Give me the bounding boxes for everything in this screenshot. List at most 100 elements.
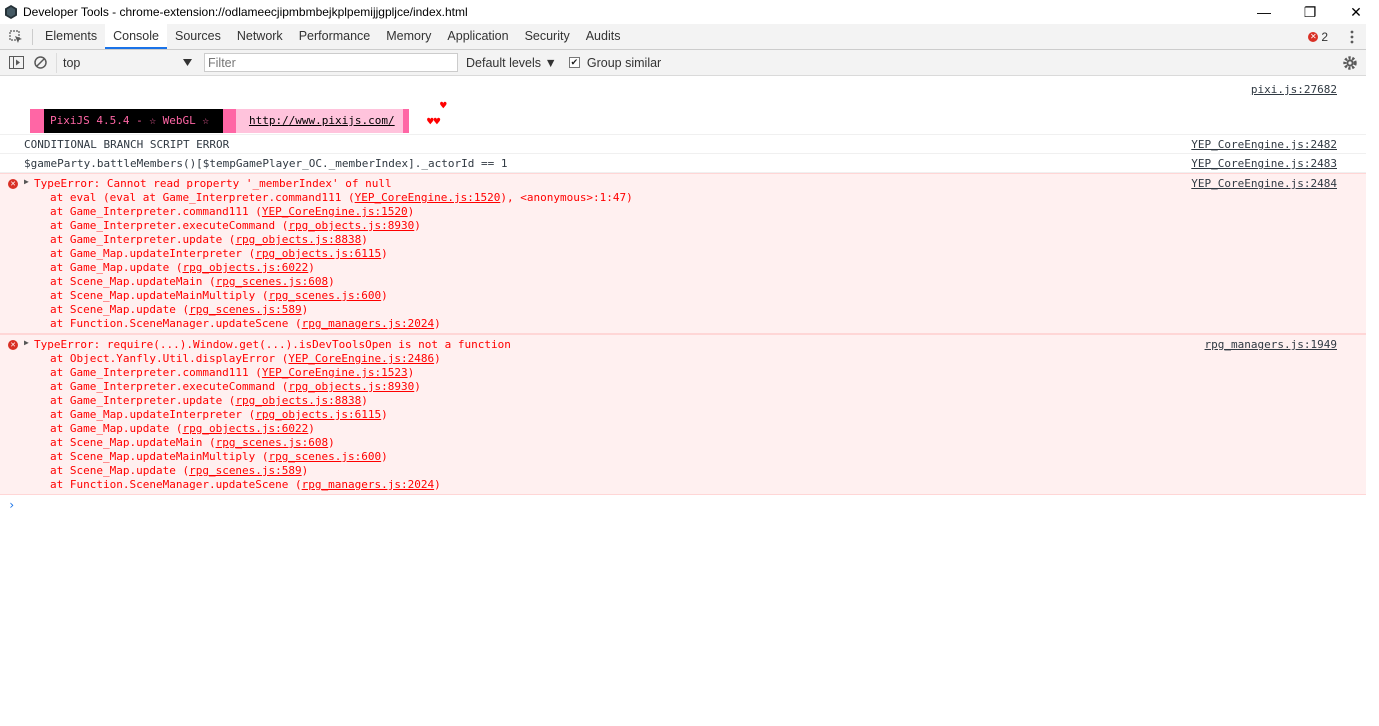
context-selector-value: top — [63, 55, 81, 70]
devtools-tabbar: Elements Console Sources Network Perform… — [0, 24, 1366, 50]
stack-frame-text: ) — [434, 317, 441, 330]
pixi-url-link[interactable]: http://www.pixijs.com/ — [235, 109, 403, 133]
stack-frame-link[interactable]: rpg_scenes.js:600 — [269, 289, 382, 302]
stack-frame-text: at Game_Interpreter.executeCommand ( — [50, 380, 289, 393]
stack-frame: at Scene_Map.updateMain (rpg_scenes.js:6… — [24, 436, 1338, 450]
stack-frame-link[interactable]: rpg_managers.js:2024 — [302, 478, 434, 491]
tab-network[interactable]: Network — [229, 24, 291, 49]
error-message[interactable]: TypeError: require(...).Window.get(...).… — [24, 338, 1338, 352]
stack-frame-text: ) — [434, 352, 441, 365]
stack-frame-link[interactable]: rpg_managers.js:2024 — [302, 317, 434, 330]
stack-frame-link[interactable]: rpg_objects.js:6022 — [182, 261, 308, 274]
stack-frame-text: at Game_Interpreter.update ( — [50, 394, 236, 407]
stack-frame-link[interactable]: YEP_CoreEngine.js:1520 — [262, 205, 408, 218]
stack-frame-link[interactable]: YEP_CoreEngine.js:1523 — [262, 366, 408, 379]
stack-frame-text: at Game_Interpreter.update ( — [50, 233, 236, 246]
kebab-menu-button[interactable] — [1342, 24, 1362, 49]
stack-frame: at Game_Interpreter.executeCommand (rpg_… — [24, 380, 1338, 394]
clear-console-button[interactable] — [28, 50, 52, 76]
message-source-link[interactable]: pixi.js:27682 — [1251, 83, 1337, 96]
stack-frame-text: at Game_Map.update ( — [50, 261, 183, 274]
tab-elements[interactable]: Elements — [37, 24, 105, 49]
stack-frame-text: ) — [381, 289, 388, 302]
sidebar-toggle-icon — [8, 56, 24, 69]
stack-frame-link[interactable]: YEP_CoreEngine.js:1520 — [355, 191, 501, 204]
stack-frame-text: at eval (eval at Game_Interpreter.comman… — [50, 191, 355, 204]
console-prompt[interactable]: › — [0, 495, 1366, 515]
log-levels-dropdown[interactable]: Default levels ▼ — [466, 56, 557, 70]
stack-frame-text: at Scene_Map.updateMain ( — [50, 275, 216, 288]
stack-frame-link[interactable]: rpg_objects.js:8838 — [235, 394, 361, 407]
stack-frame-link[interactable]: rpg_objects.js:8930 — [288, 380, 414, 393]
tab-performance[interactable]: Performance — [291, 24, 379, 49]
message-source-link[interactable]: YEP_CoreEngine.js:2482 — [1191, 138, 1337, 151]
error-icon: ✕ — [8, 340, 18, 350]
devtools-app-icon — [5, 5, 17, 19]
console-message-log: $gameParty.battleMembers()[$tempGamePlay… — [0, 154, 1366, 173]
settings-gear-icon[interactable] — [1342, 55, 1358, 71]
tab-console[interactable]: Console — [105, 24, 167, 49]
tab-security[interactable]: Security — [517, 24, 578, 49]
message-source-link[interactable]: YEP_CoreEngine.js:2483 — [1191, 157, 1337, 170]
error-message[interactable]: TypeError: Cannot read property '_member… — [24, 177, 1338, 191]
sidebar-toggle-button[interactable] — [4, 50, 28, 76]
tab-application[interactable]: Application — [439, 24, 516, 49]
stack-frame: at Game_Interpreter.command111 (YEP_Core… — [24, 366, 1338, 380]
stack-trace: at Object.Yanfly.Util.displayError (YEP_… — [24, 352, 1338, 492]
stack-frame-link[interactable]: rpg_scenes.js:608 — [216, 275, 329, 288]
stack-frame-text: at Function.SceneManager.updateScene ( — [50, 478, 302, 491]
console-message-pixi: pixi.js:27682 ♥ PixiJS 4.5.4 - ☆ WebGL ☆… — [0, 77, 1366, 135]
filter-input[interactable] — [204, 53, 458, 72]
error-icon: ✕ — [1308, 31, 1319, 42]
tab-memory[interactable]: Memory — [378, 24, 439, 49]
group-similar-toggle[interactable]: ✔ Group similar — [568, 55, 662, 70]
expand-triangle-icon[interactable]: ▶ — [24, 177, 29, 186]
kebab-menu-icon — [1350, 30, 1354, 43]
stack-frame-text: ) — [434, 478, 441, 491]
stack-frame-link[interactable]: rpg_objects.js:8838 — [235, 233, 361, 246]
group-similar-checkbox[interactable]: ✔ — [568, 57, 580, 68]
stack-trace: at eval (eval at Game_Interpreter.comman… — [24, 191, 1338, 331]
error-count: 2 — [1321, 29, 1328, 44]
message-source-link[interactable]: YEP_CoreEngine.js:2484 — [1191, 177, 1337, 190]
console-toolbar: top Default levels ▼ ✔ Group similar — [0, 50, 1366, 76]
stack-frame-text: ) — [381, 450, 388, 463]
tab-audits[interactable]: Audits — [578, 24, 629, 49]
stack-frame: at Scene_Map.update (rpg_scenes.js:589) — [24, 464, 1338, 478]
inspect-element-button[interactable] — [0, 24, 32, 49]
console-message-error: ✕ ▶ TypeError: require(...).Window.get(.… — [0, 334, 1366, 495]
error-count-badge[interactable]: ✕ 2 — [1308, 30, 1328, 44]
clear-console-icon — [33, 56, 47, 69]
stack-frame-link[interactable]: YEP_CoreEngine.js:2486 — [288, 352, 434, 365]
stack-frame-link[interactable]: rpg_scenes.js:608 — [216, 436, 329, 449]
stack-frame-text: at Game_Interpreter.command111 ( — [50, 366, 262, 379]
stack-frame-text: at Game_Map.updateInterpreter ( — [50, 408, 256, 421]
stack-frame-link[interactable]: rpg_scenes.js:589 — [189, 303, 302, 316]
stack-frame-link[interactable]: rpg_scenes.js:600 — [269, 450, 382, 463]
stack-frame-link[interactable]: rpg_objects.js:8930 — [288, 219, 414, 232]
stack-frame-text: ) — [414, 219, 421, 232]
context-selector[interactable]: top — [56, 52, 198, 73]
group-similar-label: Group similar — [586, 55, 662, 70]
stack-frame-link[interactable]: rpg_objects.js:6022 — [182, 422, 308, 435]
stack-frame: at Function.SceneManager.updateScene (rp… — [24, 478, 1338, 492]
console-message-log: CONDITIONAL BRANCH SCRIPT ERROR YEP_Core… — [0, 135, 1366, 154]
stack-frame-text: ) — [361, 233, 368, 246]
pixi-banner: PixiJS 4.5.4 - ☆ WebGL ☆ http://www.pixi… — [30, 109, 409, 133]
stack-frame-link[interactable]: rpg_objects.js:6115 — [255, 408, 381, 421]
stack-frame-link[interactable]: rpg_scenes.js:589 — [189, 464, 302, 477]
stack-frame: at Game_Map.update (rpg_objects.js:6022) — [24, 261, 1338, 275]
stack-frame-text: at Game_Interpreter.executeCommand ( — [50, 219, 289, 232]
stack-frame-link[interactable]: rpg_objects.js:6115 — [255, 247, 381, 260]
message-source-link[interactable]: rpg_managers.js:1949 — [1205, 338, 1337, 351]
stack-frame-text: ) — [414, 380, 421, 393]
stack-frame-text: at Game_Interpreter.command111 ( — [50, 205, 262, 218]
tabbar-right: ✕ 2 — [1308, 24, 1366, 49]
stack-frame: at Game_Map.update (rpg_objects.js:6022) — [24, 422, 1338, 436]
stack-frame: at Game_Interpreter.executeCommand (rpg_… — [24, 219, 1338, 233]
tab-sources[interactable]: Sources — [167, 24, 229, 49]
restore-button[interactable]: ❐ — [1287, 0, 1333, 24]
close-button[interactable]: ✕ — [1333, 0, 1379, 24]
minimize-button[interactable]: — — [1241, 0, 1287, 24]
expand-triangle-icon[interactable]: ▶ — [24, 338, 29, 347]
